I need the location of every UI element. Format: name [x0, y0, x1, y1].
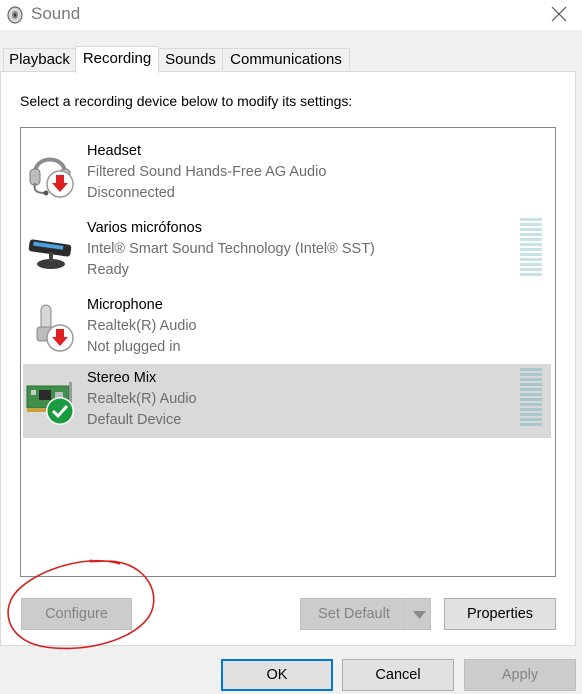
title-bar: Sound: [0, 0, 582, 30]
close-icon: [551, 6, 567, 22]
device-name: Headset: [87, 143, 142, 159]
chevron-down-icon: [413, 611, 426, 619]
tab-sounds[interactable]: Sounds: [158, 48, 223, 70]
sound-card-icon: [25, 374, 79, 438]
device-status: Ready: [87, 262, 129, 278]
device-row-headset[interactable]: Headset Filtered Sound Hands-Free AG Aud…: [23, 137, 551, 211]
headset-icon: [25, 143, 79, 207]
device-status: Not plugged in: [87, 339, 181, 355]
device-row-varios-microfonos[interactable]: Varios micrófonos Intel® Smart Sound Tec…: [23, 214, 551, 288]
device-name: Varios micrófonos: [87, 220, 202, 236]
device-driver: Filtered Sound Hands-Free AG Audio: [87, 164, 327, 180]
apply-button[interactable]: Apply: [464, 659, 576, 691]
set-default-dropdown[interactable]: [407, 598, 431, 630]
tab-strip: Playback Recording Sounds Communications: [0, 46, 582, 73]
disconnected-arrow-icon: [46, 170, 74, 198]
disconnected-arrow-icon: [46, 324, 74, 352]
tab-communications[interactable]: Communications: [222, 48, 350, 70]
level-meter: [520, 368, 542, 428]
microphone-icon: [25, 297, 79, 361]
microphone-array-icon: [25, 220, 79, 284]
level-meter: [520, 218, 542, 278]
default-checkmark-icon: [46, 397, 74, 425]
device-driver: Realtek(R) Audio: [87, 318, 197, 334]
device-name: Stereo Mix: [87, 370, 157, 386]
device-driver: Intel® Smart Sound Technology (Intel® SS…: [87, 241, 375, 257]
device-row-microphone[interactable]: Microphone Realtek(R) Audio Not plugged …: [23, 291, 551, 365]
tab-recording[interactable]: Recording: [75, 46, 159, 73]
device-row-stereo-mix[interactable]: Stereo Mix Realtek(R) Audio Default Devi…: [23, 364, 551, 438]
cancel-button[interactable]: Cancel: [342, 659, 454, 691]
device-status: Disconnected: [87, 185, 175, 201]
set-default-button[interactable]: Set Default: [300, 598, 408, 630]
window-title: Sound: [31, 4, 81, 23]
device-name: Microphone: [87, 297, 163, 313]
close-button[interactable]: [542, 0, 576, 30]
properties-button[interactable]: Properties: [444, 598, 556, 630]
ok-button[interactable]: OK: [221, 659, 333, 691]
device-driver: Realtek(R) Audio: [87, 391, 197, 407]
speaker-icon: [5, 5, 25, 25]
device-status: Default Device: [87, 412, 182, 428]
instructions-text: Select a recording device below to modif…: [20, 93, 353, 109]
tab-playback[interactable]: Playback: [3, 48, 76, 70]
configure-button[interactable]: Configure: [21, 598, 132, 630]
recording-device-list[interactable]: Headset Filtered Sound Hands-Free AG Aud…: [20, 127, 556, 577]
